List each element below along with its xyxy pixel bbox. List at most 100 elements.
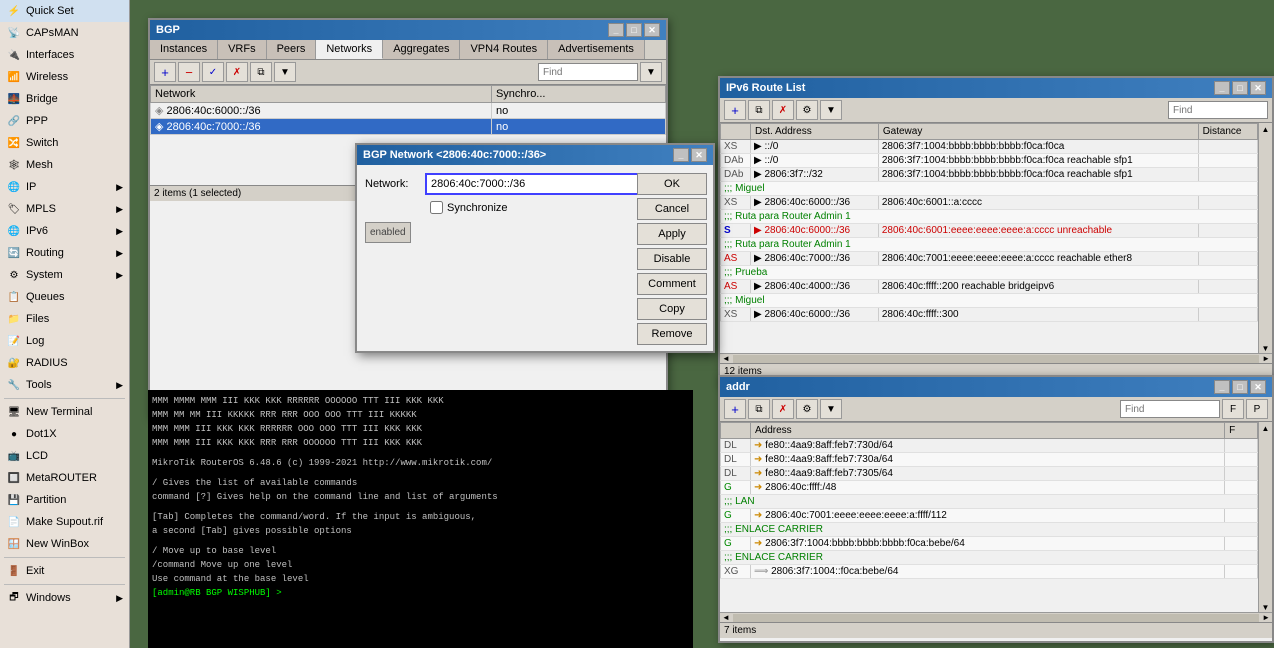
table-row-selected[interactable]: ◈2806:40c:7000::/36 no bbox=[151, 119, 666, 135]
table-row[interactable]: XS ▶ ::/0 2806:3f7:1004:bbbb:bbbb:bbbb:f… bbox=[721, 140, 1258, 154]
addr-minimize-btn[interactable]: _ bbox=[1214, 380, 1230, 394]
sidebar-item-partition[interactable]: 💾 Partition bbox=[0, 489, 129, 511]
ipv6-settings-btn[interactable]: ⚙ bbox=[796, 100, 818, 120]
enable-btn[interactable]: ✓ bbox=[202, 62, 224, 82]
addr-scroll-left-btn[interactable]: ◄ bbox=[720, 613, 732, 622]
addr-scroll-up-btn[interactable]: ▲ bbox=[1262, 424, 1270, 433]
apply-button[interactable]: Apply bbox=[637, 223, 707, 245]
sidebar-item-queues[interactable]: 📋 Queues bbox=[0, 286, 129, 308]
scroll-left-btn[interactable]: ◄ bbox=[720, 354, 732, 363]
ipv6-delete-btn[interactable]: ✗ bbox=[772, 100, 794, 120]
sidebar-item-exit[interactable]: 🚪 Exit bbox=[0, 560, 129, 582]
addr-find-input[interactable] bbox=[1120, 400, 1220, 418]
sidebar-item-tools[interactable]: 🔧 Tools ▶ bbox=[0, 374, 129, 396]
addr-scrollbar-v[interactable]: ▲ ▼ bbox=[1258, 422, 1272, 612]
sidebar-item-wireless[interactable]: 📶 Wireless bbox=[0, 66, 129, 88]
sidebar-item-lcd[interactable]: 📺 LCD bbox=[0, 445, 129, 467]
addr-table-scroll[interactable]: Address F DL ➜ fe80::4aa9:8aff:feb7:730d… bbox=[720, 422, 1258, 612]
tab-advertisements[interactable]: Advertisements bbox=[548, 40, 645, 59]
tab-instances[interactable]: Instances bbox=[150, 40, 218, 59]
sidebar-item-radius[interactable]: 🔐 RADIUS bbox=[0, 352, 129, 374]
find-dropdown-btn[interactable]: ▼ bbox=[640, 62, 662, 82]
sidebar-item-dot1x[interactable]: ● Dot1X bbox=[0, 423, 129, 445]
cancel-button[interactable]: Cancel bbox=[637, 198, 707, 220]
sidebar-item-log[interactable]: 📝 Log bbox=[0, 330, 129, 352]
tab-vrfs[interactable]: VRFs bbox=[218, 40, 267, 59]
sidebar-item-quickset[interactable]: ⚡ Quick Set bbox=[0, 0, 129, 22]
addr-filter-btn[interactable]: ▼ bbox=[820, 399, 842, 419]
ipv6-close-btn[interactable]: ✕ bbox=[1250, 81, 1266, 95]
bgp-close-btn[interactable]: ✕ bbox=[644, 23, 660, 37]
ipv6-minimize-btn[interactable]: _ bbox=[1214, 81, 1230, 95]
table-row[interactable]: DL ➜ fe80::4aa9:8aff:feb7:7305/64 bbox=[721, 467, 1258, 481]
sidebar-item-mesh[interactable]: 🕸 Mesh bbox=[0, 154, 129, 176]
copy-button[interactable]: Copy bbox=[637, 298, 707, 320]
ipv6-scrollbar-h[interactable]: ◄ ► bbox=[720, 353, 1272, 363]
addr-settings-btn[interactable]: ⚙ bbox=[796, 399, 818, 419]
disable-btn[interactable]: ✗ bbox=[226, 62, 248, 82]
sidebar-item-switch[interactable]: 🔀 Switch bbox=[0, 132, 129, 154]
scroll-up-btn[interactable]: ▲ bbox=[1262, 125, 1270, 134]
sidebar-item-mpls[interactable]: 🏷 MPLS ▶ bbox=[0, 198, 129, 220]
ipv6-copy-btn[interactable]: ⧉ bbox=[748, 100, 770, 120]
table-row[interactable]: ◈2806:40c:6000::/36 no bbox=[151, 103, 666, 119]
table-row[interactable]: AS ▶ 2806:40c:7000::/36 2806:40c:7001:ee… bbox=[721, 252, 1258, 266]
bgp-maximize-btn[interactable]: □ bbox=[626, 23, 642, 37]
sidebar-item-windows[interactable]: 🗗 Windows ▶ bbox=[0, 587, 129, 609]
ipv6-maximize-btn[interactable]: □ bbox=[1232, 81, 1248, 95]
sidebar-item-new-terminal[interactable]: 🖥 New Terminal bbox=[0, 401, 129, 423]
ipv6-filter-btn[interactable]: ▼ bbox=[820, 100, 842, 120]
table-row[interactable]: DL ➜ fe80::4aa9:8aff:feb7:730d/64 bbox=[721, 439, 1258, 453]
addr-scroll-down-btn[interactable]: ▼ bbox=[1262, 603, 1270, 612]
sidebar-item-system[interactable]: ⚙ System ▶ bbox=[0, 264, 129, 286]
addr-maximize-btn[interactable]: □ bbox=[1232, 380, 1248, 394]
addr-f-btn[interactable]: F bbox=[1222, 399, 1244, 419]
sidebar-item-bridge[interactable]: 🌉 Bridge bbox=[0, 88, 129, 110]
ipv6-scrollbar-v[interactable]: ▲ ▼ bbox=[1258, 123, 1272, 353]
sidebar-item-files[interactable]: 📁 Files bbox=[0, 308, 129, 330]
addr-copy-btn[interactable]: ⧉ bbox=[748, 399, 770, 419]
sidebar-item-metarouter[interactable]: 🔲 MetaROUTER bbox=[0, 467, 129, 489]
table-row[interactable]: G ➜ 2806:40c:7001:eeee:eeee:eeee:a:ffff/… bbox=[721, 509, 1258, 523]
comment-button[interactable]: Comment bbox=[637, 273, 707, 295]
table-row[interactable]: G ➜ 2806:40c:ffff:/48 bbox=[721, 481, 1258, 495]
sidebar-item-ppp[interactable]: 🔗 PPP bbox=[0, 110, 129, 132]
dialog-close-btn[interactable]: ✕ bbox=[691, 148, 707, 162]
sidebar-item-routing[interactable]: 🔄 Routing ▶ bbox=[0, 242, 129, 264]
bgp-minimize-btn[interactable]: _ bbox=[608, 23, 624, 37]
ipv6-find-input[interactable] bbox=[1168, 101, 1268, 119]
sidebar-item-new-winbox[interactable]: 🪟 New WinBox bbox=[0, 533, 129, 555]
addr-add-btn[interactable]: + bbox=[724, 399, 746, 419]
sync-checkbox[interactable] bbox=[430, 201, 443, 214]
table-row[interactable]: AS ▶ 2806:40c:4000::/36 2806:40c:ffff::2… bbox=[721, 280, 1258, 294]
table-row[interactable]: DAb ▶ 2806:3f7::/32 2806:3f7:1004:bbbb:b… bbox=[721, 168, 1258, 182]
copy-btn[interactable]: ⧉ bbox=[250, 62, 272, 82]
table-row[interactable]: DAb ▶ ::/0 2806:3f7:1004:bbbb:bbbb:bbbb:… bbox=[721, 154, 1258, 168]
table-row[interactable]: XS ▶ 2806:40c:6000::/36 2806:40c:6001::a… bbox=[721, 196, 1258, 210]
table-row[interactable]: XS ▶ 2806:40c:6000::/36 2806:40c:ffff::3… bbox=[721, 308, 1258, 322]
disable-button[interactable]: Disable bbox=[637, 248, 707, 270]
tab-peers[interactable]: Peers bbox=[267, 40, 317, 59]
sidebar-item-interfaces[interactable]: 🔌 Interfaces bbox=[0, 44, 129, 66]
table-row[interactable]: XG ⟹ 2806:3f7:1004::f0ca:bebe/64 bbox=[721, 565, 1258, 579]
remove-button[interactable]: Remove bbox=[637, 323, 707, 345]
addr-scrollbar-h[interactable]: ◄ ► bbox=[720, 612, 1272, 622]
tab-networks[interactable]: Networks bbox=[316, 40, 383, 59]
sidebar-item-capsman[interactable]: 📡 CAPsMAN bbox=[0, 22, 129, 44]
addr-scroll-right-btn[interactable]: ► bbox=[1260, 613, 1272, 622]
remove-btn[interactable]: − bbox=[178, 62, 200, 82]
table-row[interactable]: G ➜ 2806:3f7:1004:bbbb:bbbb:bbbb:f0ca:be… bbox=[721, 537, 1258, 551]
add-btn[interactable]: + bbox=[154, 62, 176, 82]
tab-aggregates[interactable]: Aggregates bbox=[383, 40, 460, 59]
addr-delete-btn[interactable]: ✗ bbox=[772, 399, 794, 419]
table-row[interactable]: S ▶ 2806:40c:6000::/36 2806:40c:6001:eee… bbox=[721, 224, 1258, 238]
ok-button[interactable]: OK bbox=[637, 173, 707, 195]
ipv6-table-scroll[interactable]: Dst. Address Gateway Distance XS ▶ ::/0 … bbox=[720, 123, 1258, 353]
ipv6-add-btn[interactable]: + bbox=[724, 100, 746, 120]
scroll-down-btn[interactable]: ▼ bbox=[1262, 344, 1270, 353]
dialog-minimize-btn[interactable]: _ bbox=[673, 148, 689, 162]
table-row[interactable]: DL ➜ fe80::4aa9:8aff:feb7:730a/64 bbox=[721, 453, 1258, 467]
filter-btn[interactable]: ▼ bbox=[274, 62, 296, 82]
sidebar-item-make-supout[interactable]: 📄 Make Supout.rif bbox=[0, 511, 129, 533]
sidebar-item-ipv6[interactable]: 🌐 IPv6 ▶ bbox=[0, 220, 129, 242]
